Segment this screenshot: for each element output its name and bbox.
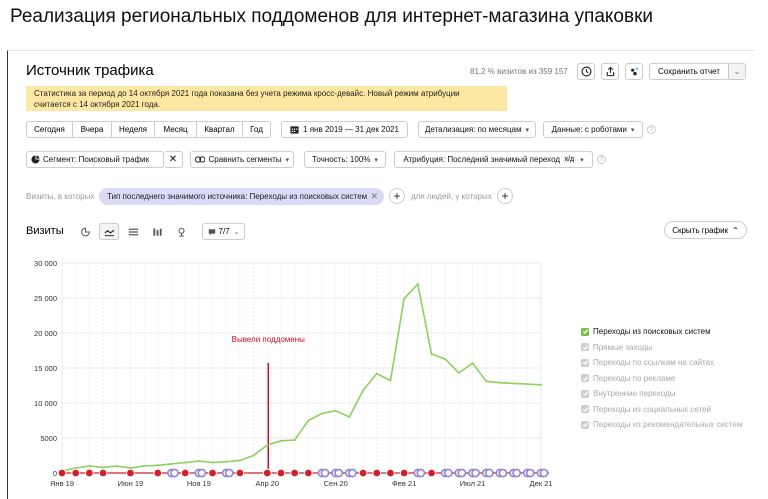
date-range-label: 1 янв 2019 — 31 дек 2021 <box>303 125 399 134</box>
legend-item[interactable]: Переходы из рекомендательных систем <box>581 417 742 433</box>
plus-icon: + <box>393 189 401 203</box>
page-heading: Реализация региональных поддоменов для и… <box>10 6 654 27</box>
checkbox-icon[interactable] <box>581 420 589 429</box>
compare-segments-button[interactable]: Сравнить сегменты ▾ <box>190 151 294 168</box>
legend-item[interactable]: Переходы по рекламе <box>581 371 742 387</box>
hide-chart-label: Скрыть график <box>672 225 729 235</box>
period-month[interactable]: Месяц <box>155 121 197 138</box>
close-icon[interactable]: ✕ <box>370 191 378 202</box>
legend-label: Переходы из рекомендательных систем <box>593 420 743 430</box>
assistant-button[interactable] <box>625 63 643 80</box>
export-button[interactable] <box>601 63 619 80</box>
data-label: Данные: с роботами <box>551 125 627 134</box>
legend-item[interactable]: Внутренние переходы <box>581 386 742 402</box>
plus-icon: + <box>501 189 509 203</box>
compare-label: Сравнить сегменты <box>208 155 282 164</box>
checkbox-icon[interactable] <box>581 405 589 414</box>
map-view-button[interactable] <box>171 223 191 240</box>
segment-label: Сегмент: Поисковый трафик <box>43 155 150 164</box>
date-range-button[interactable]: 1 янв 2019 — 31 дек 2021 <box>281 121 408 138</box>
add-visit-filter-button[interactable]: + <box>389 188 405 204</box>
period-yesterday[interactable]: Вчера <box>73 121 112 138</box>
legend-label: Переходы из поисковых систем <box>593 327 711 337</box>
legend-label: Прямые заходы <box>593 342 653 352</box>
clear-segment-button[interactable]: ✕ <box>164 151 183 168</box>
visits-summary: 81,2 % визитов из 359 157 <box>470 67 568 76</box>
chevron-down-icon: ▾ <box>580 156 584 164</box>
legend-label: Переходы по рекламе <box>593 373 676 383</box>
detail-label: Детализация: по месяцам <box>424 125 522 134</box>
chevron-down-icon: ▾ <box>374 156 378 164</box>
data-select[interactable]: Данные: с роботами ▾ <box>543 121 643 138</box>
report-title: Источник трафика <box>26 62 154 79</box>
accuracy-select[interactable]: Точность: 100% ▾ <box>304 151 386 168</box>
pie-icon <box>31 155 40 164</box>
notice-line-2: считается с 14 октября 2021 года. <box>34 100 161 109</box>
filter-people-label: для людей, у которых <box>411 192 492 201</box>
attribution-badge: к/д <box>563 156 577 163</box>
attribution-label: Атрибуция: Последний значимый переход <box>403 155 561 164</box>
legend-item[interactable]: Прямые заходы <box>581 340 742 356</box>
save-report-button[interactable]: Сохранить отчет ⌄ <box>649 63 746 80</box>
line-chart-icon <box>104 229 114 236</box>
checkbox-icon[interactable] <box>581 358 589 367</box>
checkbox-icon[interactable] <box>581 374 589 383</box>
export-icon <box>606 66 614 77</box>
clock-icon <box>581 66 591 77</box>
filter-visits-label: Визиты, в которых <box>26 192 95 201</box>
save-report-label: Сохранить отчет <box>658 67 720 76</box>
legend-item[interactable]: Переходы по ссылкам на сайтах <box>581 355 742 371</box>
legend-item[interactable]: Переходы из поисковых систем <box>581 324 742 340</box>
period-quarter[interactable]: Квартал <box>197 121 243 138</box>
attribution-select[interactable]: Атрибуция: Последний значимый переход к/… <box>394 151 593 168</box>
help-icon[interactable]: ? <box>647 125 656 134</box>
line-chart-view-button[interactable] <box>99 223 119 240</box>
chevron-down-icon: ▾ <box>285 156 289 164</box>
filter-chip[interactable]: Тип последнего значимого источника: Пере… <box>99 188 384 205</box>
map-pin-icon <box>178 227 184 237</box>
bar-chart-icon <box>152 227 162 236</box>
comment-icon <box>208 228 215 235</box>
pie-chart-icon <box>80 227 90 236</box>
period-week[interactable]: Неделя <box>112 121 155 138</box>
chevron-up-icon: ⌃ <box>732 225 739 235</box>
visits-title: Визиты <box>26 225 64 237</box>
legend-label: Переходы по ссылкам на сайтах <box>593 358 715 368</box>
clock-button[interactable] <box>577 63 595 80</box>
legend-item[interactable]: Переходы из социальных сетей <box>581 402 742 418</box>
attribution-notice: Статистика за период до 14 октября 2021 … <box>26 86 507 111</box>
legend-label: Переходы из социальных сетей <box>593 404 712 414</box>
detail-select[interactable]: Детализация: по месяцам ▾ <box>418 121 536 138</box>
area-chart-view-button[interactable] <box>123 223 143 240</box>
checkbox-icon[interactable] <box>581 343 589 352</box>
checkbox-icon[interactable] <box>581 389 589 398</box>
accuracy-label: Точность: 100% <box>312 155 371 164</box>
sources-count-select[interactable]: 7/7 ⌄ <box>202 223 245 240</box>
chevron-down-icon: ⌄ <box>233 228 240 236</box>
hide-chart-button[interactable]: Скрыть график ⌃ <box>664 221 747 239</box>
checkbox-icon[interactable] <box>581 327 589 336</box>
chart-legend: Переходы из поисковых систем Прямые заход… <box>581 324 742 433</box>
calendar-icon <box>290 126 299 134</box>
compare-icon <box>195 156 206 163</box>
notice-line-1: Статистика за период до 14 октября 2021 … <box>34 89 460 98</box>
chevron-down-icon: ▾ <box>630 126 635 134</box>
stacked-chart-icon <box>128 228 138 235</box>
period-year[interactable]: Год <box>243 121 271 138</box>
add-people-filter-button[interactable]: + <box>497 188 513 204</box>
help-icon[interactable]: ? <box>597 155 606 164</box>
close-icon: ✕ <box>168 154 178 165</box>
segment-button[interactable]: Сегмент: Поисковый трафик <box>26 151 164 168</box>
assistant-icon <box>630 67 638 76</box>
filter-chip-label: Тип последнего значимого источника: Пере… <box>107 192 368 201</box>
sources-count-label: 7/7 <box>218 227 230 236</box>
chevron-down-icon[interactable]: ⌄ <box>728 64 745 79</box>
chevron-down-icon: ▾ <box>525 126 530 134</box>
period-today[interactable]: Сегодня <box>26 121 73 138</box>
bar-chart-view-button[interactable] <box>147 223 167 240</box>
pie-chart-view-button[interactable] <box>75 223 95 240</box>
legend-label: Внутренние переходы <box>593 389 676 399</box>
